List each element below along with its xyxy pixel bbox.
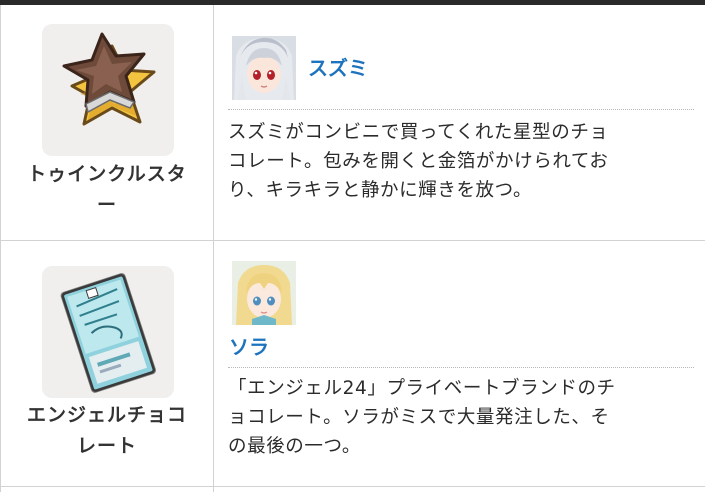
item-name-line: レート: [76, 435, 137, 457]
character-link-sora[interactable]: ソラ: [229, 331, 269, 360]
star-chocolate-icon: [42, 24, 174, 156]
item-description: 「エンジェル24」プライベートブランドのチ ョコレート。ソラがミスで大量発注した…: [228, 374, 694, 461]
item-cell: エンジェルチョコ レート: [1, 241, 213, 486]
item-name: トゥインクルスタ ー: [9, 159, 205, 221]
item-name-line: エンジェルチョコ: [26, 404, 187, 426]
description-line: コレート。包みを開くと金箔がかけられてお: [228, 151, 609, 172]
description-line: り、キラキラと静かに輝きを放つ。: [228, 180, 533, 201]
item-name-line: トゥインクルスタ: [27, 163, 187, 185]
item-description: スズミがコンビニで買ってくれた星型のチョ コレート。包みを開くと金箔がかけられて…: [228, 118, 694, 205]
suzumi-avatar[interactable]: [232, 36, 296, 100]
item-name: エンジェルチョコ レート: [9, 400, 205, 462]
description-line: 「エンジェル24」プライベートブランドのチ: [228, 378, 616, 399]
item-name-line: ー: [96, 194, 117, 216]
dotted-divider: [228, 367, 694, 368]
sora-avatar[interactable]: [232, 261, 296, 325]
angel-chocolate-bar-icon: [42, 266, 174, 398]
description-cell: スズミ スズミがコンビニで買ってくれた星型のチョ コレート。包みを開くと金箔がか…: [214, 5, 705, 240]
description-line: スズミがコンビニで買ってくれた星型のチョ: [228, 122, 609, 143]
item-cell: トゥインクルスタ ー: [1, 5, 213, 240]
description-cell: ソラ 「エンジェル24」プライベートブランドのチ ョコレート。ソラがミスで大量発…: [214, 241, 705, 486]
dotted-divider: [228, 109, 694, 110]
character-link-suzumi[interactable]: スズミ: [308, 52, 368, 81]
description-line: ョコレート。ソラがミスで大量発注した、そ: [228, 407, 610, 428]
row-divider: [0, 486, 705, 487]
description-line: の最後の一つ。: [228, 436, 361, 457]
